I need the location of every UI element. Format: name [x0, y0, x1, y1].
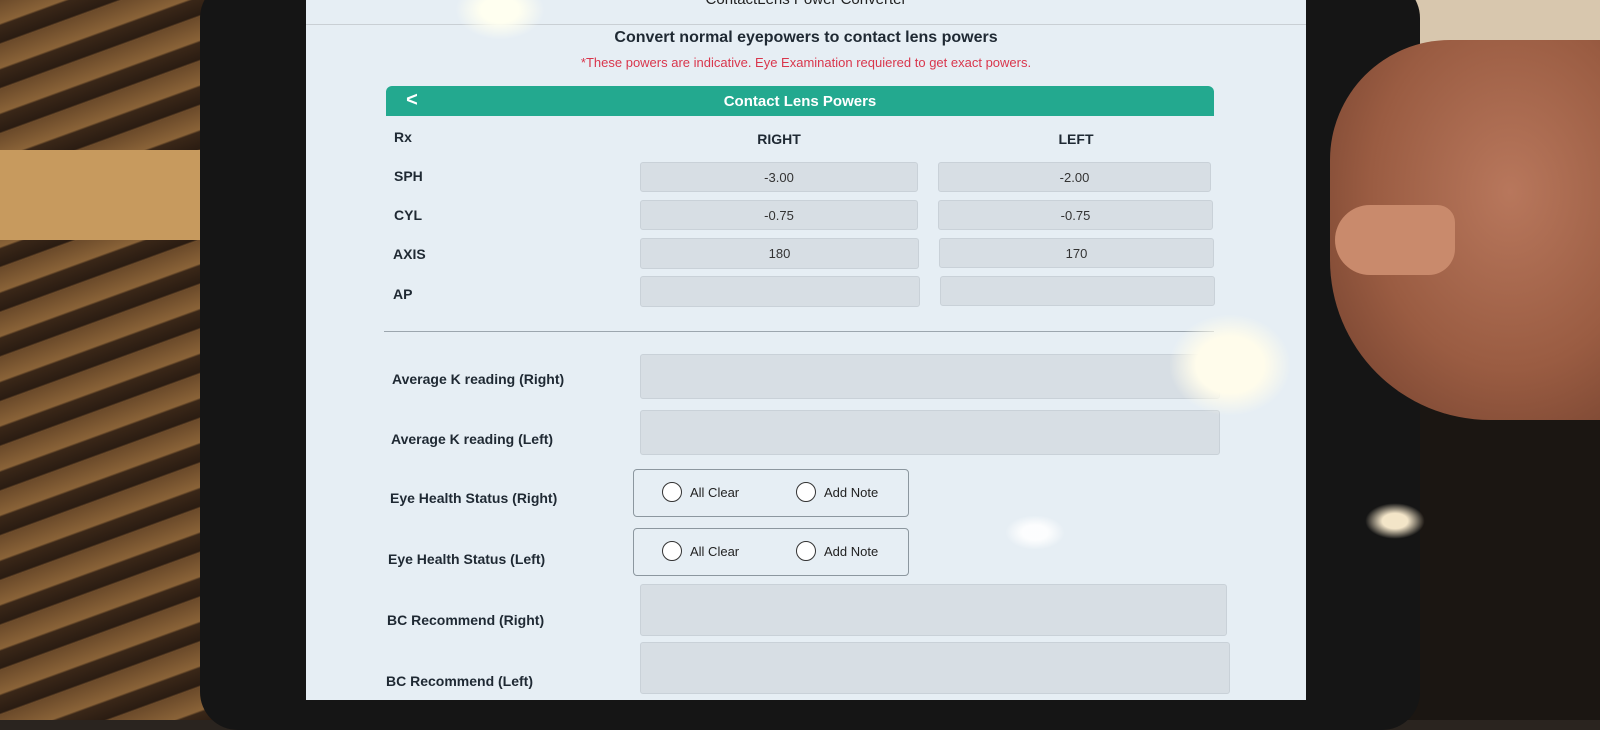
cyl-left-field[interactable]: -0.75 — [938, 200, 1213, 230]
background-wood-shelf — [0, 150, 220, 240]
section-divider — [384, 331, 1214, 332]
health-left-radio-group: All Clear Add Note — [633, 528, 909, 576]
k-left-field[interactable] — [640, 410, 1220, 455]
axis-right-field[interactable]: 180 — [640, 238, 919, 269]
bc-left-label: BC Recommend (Left) — [386, 673, 534, 689]
bc-right-label: BC Recommend (Right) — [387, 612, 545, 628]
k-left-label: Average K reading (Left) — [391, 431, 554, 447]
axis-left-field[interactable]: 170 — [939, 238, 1214, 268]
option-label: All Clear — [690, 543, 740, 559]
sph-label: SPH — [394, 168, 423, 184]
ap-left-field[interactable] — [940, 276, 1215, 306]
rx-label: Rx — [394, 129, 412, 145]
health-left-add-note-option[interactable]: Add Note — [796, 541, 878, 561]
ap-label: AP — [393, 286, 413, 302]
thumb — [1335, 205, 1455, 275]
radio-circle-icon[interactable] — [662, 541, 682, 561]
health-right-label: Eye Health Status (Right) — [390, 490, 558, 506]
tablet-screen: ContactLens Power Converter Convert norm… — [306, 0, 1306, 700]
right-column-header: RIGHT — [757, 131, 801, 147]
radio-circle-icon[interactable] — [796, 482, 816, 502]
app-title: ContactLens Power Converter — [306, 0, 1306, 8]
card-title: Contact Lens Powers — [723, 93, 877, 110]
cyl-right-field[interactable]: -0.75 — [640, 200, 918, 230]
health-left-all-clear-option[interactable]: All Clear — [662, 541, 739, 561]
k-right-label: Average K reading (Right) — [392, 371, 565, 387]
left-column-header: LEFT — [1058, 131, 1094, 147]
axis-label: AXIS — [393, 246, 426, 262]
radio-circle-icon[interactable] — [796, 541, 816, 561]
ap-right-field[interactable] — [640, 276, 920, 307]
k-right-field[interactable] — [640, 354, 1220, 399]
disclaimer-text: *These powers are indicative. Eye Examin… — [580, 55, 1032, 70]
option-label: Add Note — [824, 543, 879, 559]
background-wood — [0, 0, 220, 720]
page-headline: Convert normal eyepowers to contact lens… — [614, 29, 998, 46]
radio-circle-icon[interactable] — [662, 482, 682, 502]
health-right-radio-group: All Clear Add Note — [633, 469, 909, 517]
health-right-add-note-option[interactable]: Add Note — [796, 482, 878, 502]
card-header: < Contact Lens Powers — [386, 86, 1214, 116]
cyl-label: CYL — [394, 207, 422, 223]
health-left-label: Eye Health Status (Left) — [388, 551, 546, 567]
option-label: Add Note — [824, 484, 879, 500]
health-right-all-clear-option[interactable]: All Clear — [662, 482, 739, 502]
bc-left-field[interactable] — [640, 642, 1230, 694]
bc-right-field[interactable] — [640, 584, 1227, 636]
top-separator — [306, 24, 1306, 25]
option-label: All Clear — [690, 484, 740, 500]
sph-left-field[interactable]: -2.00 — [938, 162, 1211, 192]
sph-right-field[interactable]: -3.00 — [640, 162, 918, 192]
